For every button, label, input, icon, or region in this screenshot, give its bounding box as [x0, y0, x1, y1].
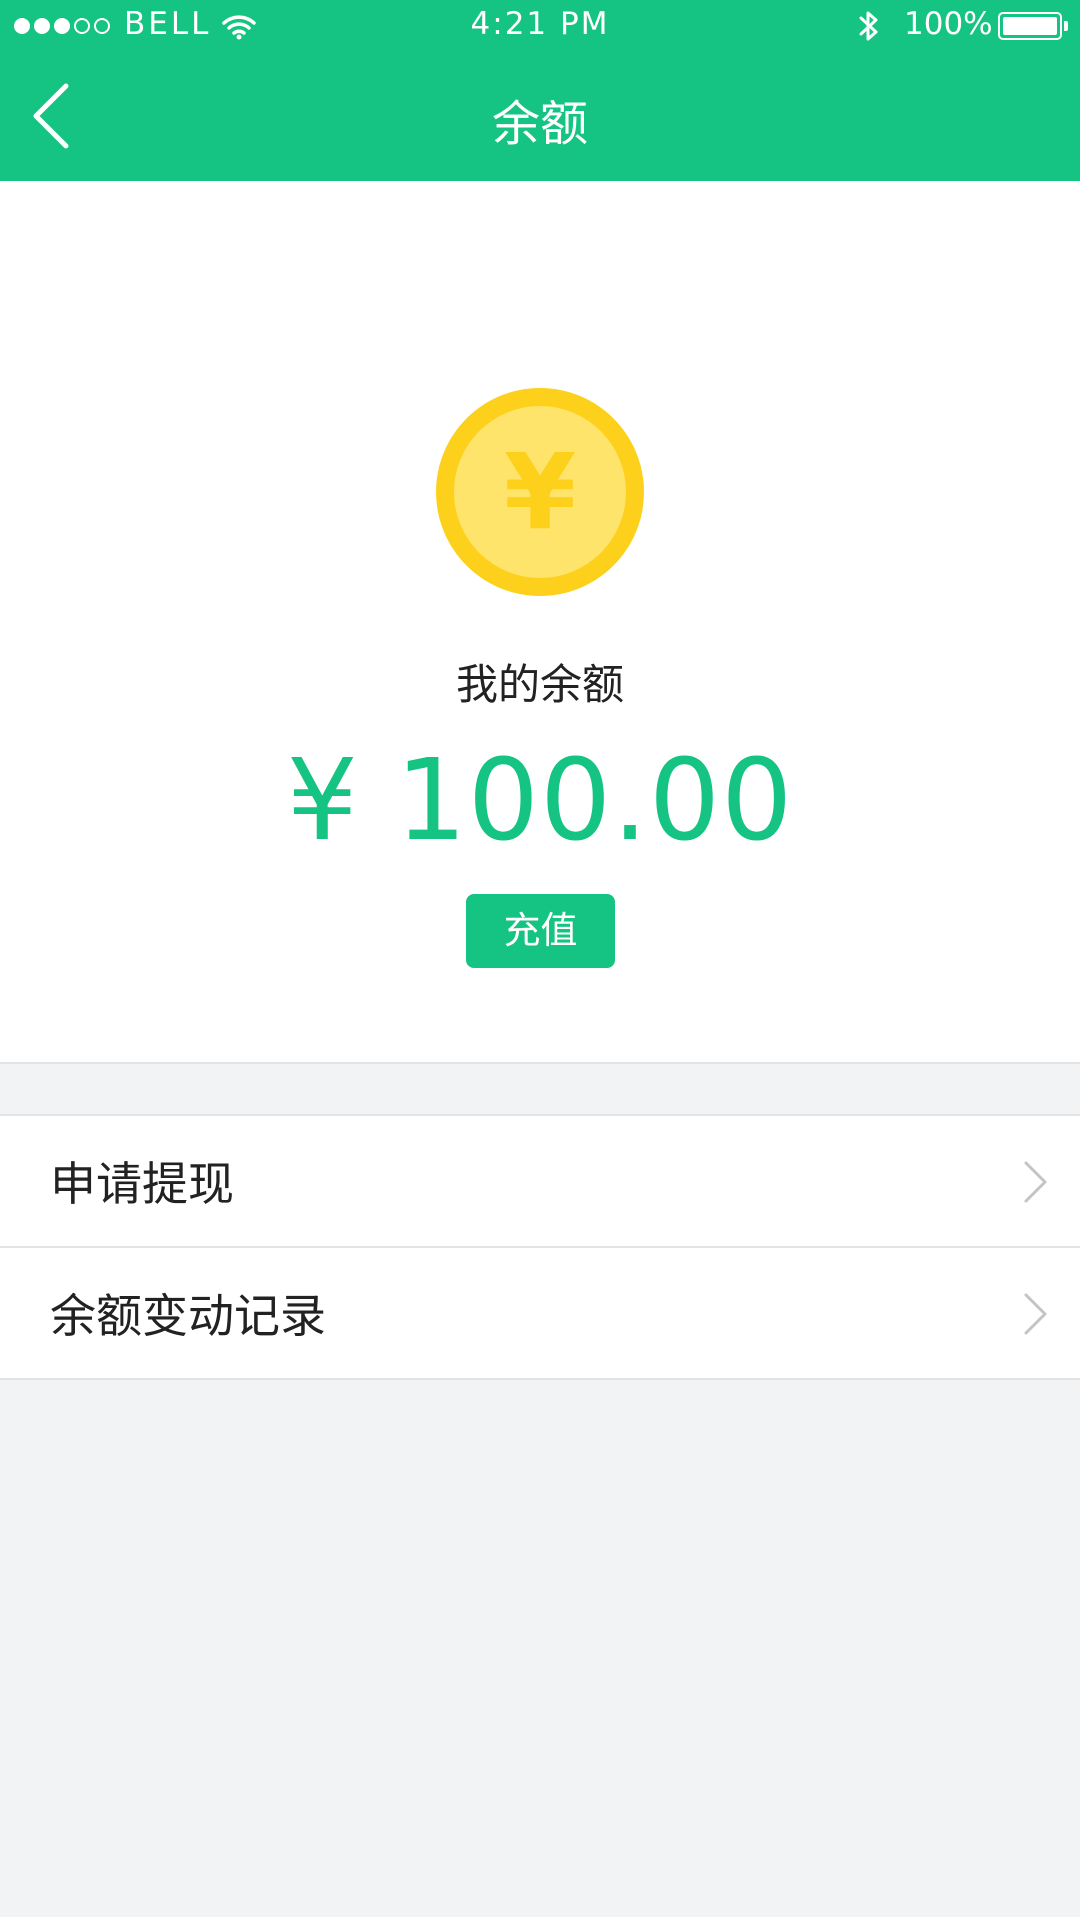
bluetooth-icon — [856, 8, 882, 52]
menu-item-label: 余额变动记录 — [50, 1289, 326, 1343]
action-menu: 申请提现 余额变动记录 — [0, 1114, 1080, 1380]
menu-item-withdraw[interactable]: 申请提现 — [0, 1116, 1080, 1248]
chevron-right-icon — [1024, 1161, 1047, 1203]
app-header: BELL 4:21 PM 100% 余额 — [0, 0, 1080, 181]
page-title: 余额 — [491, 96, 588, 152]
balance-card: ¥ 我的余额 ¥ 100.00 充值 — [0, 181, 1080, 1064]
balance-amount: ¥ 100.00 — [286, 736, 794, 866]
balance-label: 我的余额 — [455, 660, 624, 709]
battery-icon — [998, 12, 1068, 40]
chevron-right-icon — [1024, 1293, 1047, 1335]
yen-coin-icon: ¥ — [436, 388, 644, 596]
recharge-button[interactable]: 充值 — [466, 894, 615, 968]
menu-item-label: 申请提现 — [50, 1157, 234, 1211]
status-bar: BELL 4:21 PM 100% — [0, 0, 1080, 52]
battery-percent: 100% — [904, 6, 993, 42]
coin-symbol: ¥ — [504, 431, 576, 553]
menu-item-balance-history[interactable]: 余额变动记录 — [0, 1248, 1080, 1380]
